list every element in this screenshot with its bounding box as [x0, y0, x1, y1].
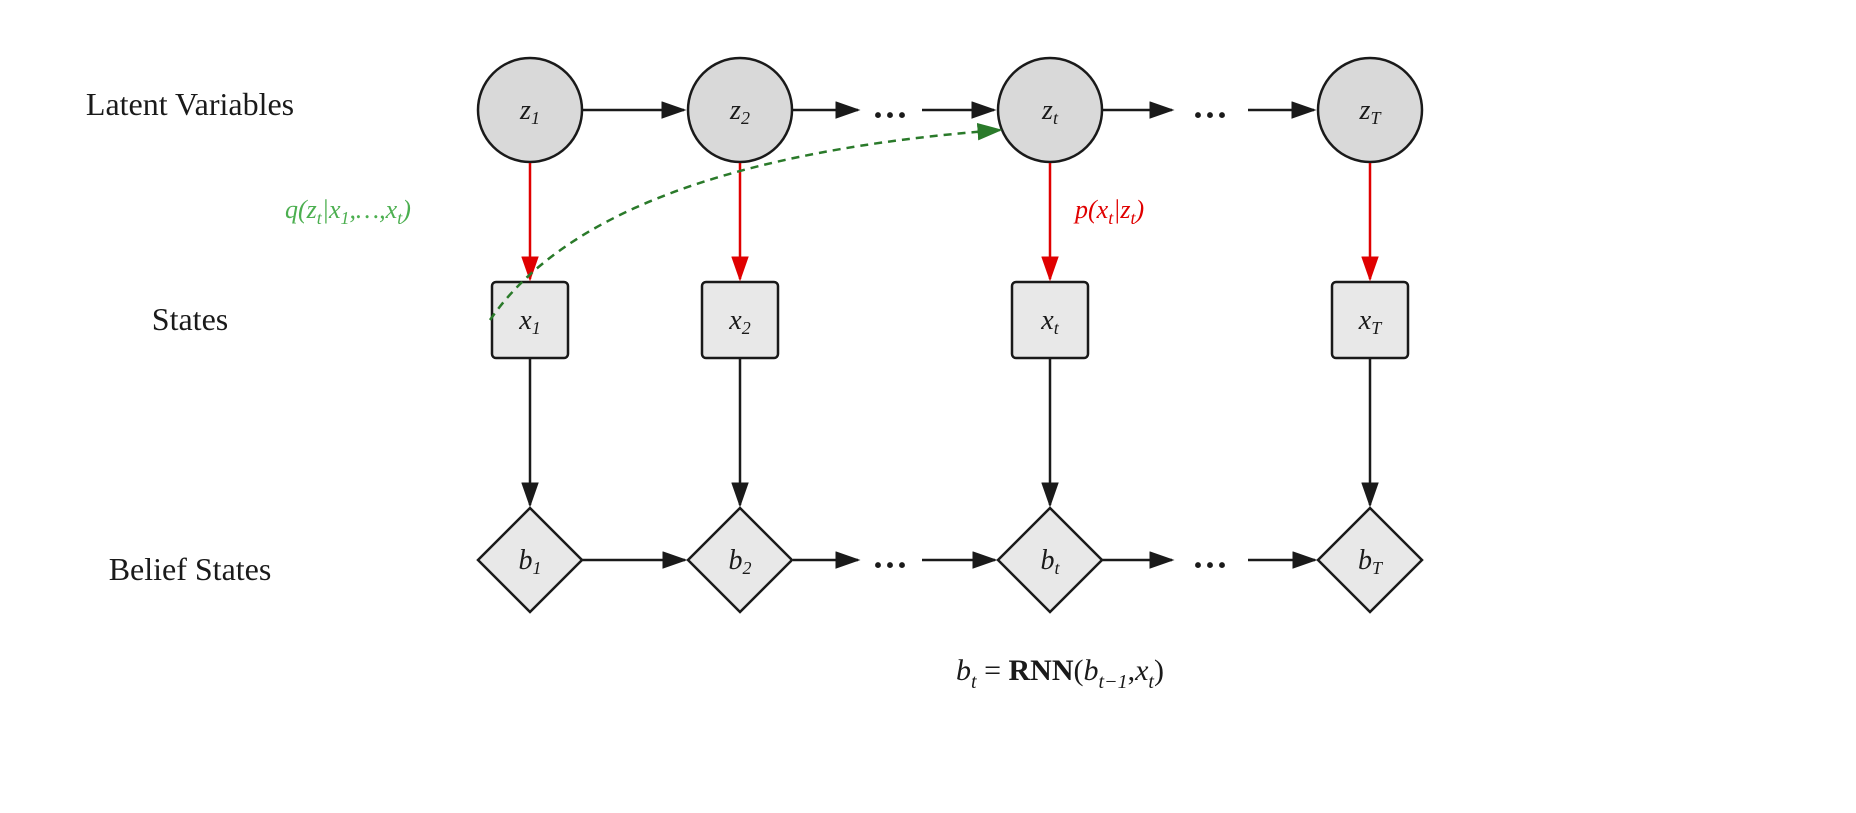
q-formula-label: q(zt|x1,…,xt): [285, 195, 411, 228]
bt-rnn-formula: bt = RNN(bt−1,xt): [956, 654, 1164, 693]
states-label: States: [152, 301, 228, 337]
dots-z-right: ···: [1192, 95, 1228, 135]
diagram-container: Latent Variables States Belief States z1…: [0, 0, 1856, 808]
dots-b-right: ···: [1192, 545, 1228, 585]
latent-variables-label: Latent Variables: [86, 86, 294, 122]
dots-z-left: ···: [872, 95, 908, 135]
dots-b-left: ···: [872, 545, 908, 585]
p-formula-label: p(xt|zt): [1073, 195, 1144, 228]
belief-states-label: Belief States: [109, 551, 272, 587]
